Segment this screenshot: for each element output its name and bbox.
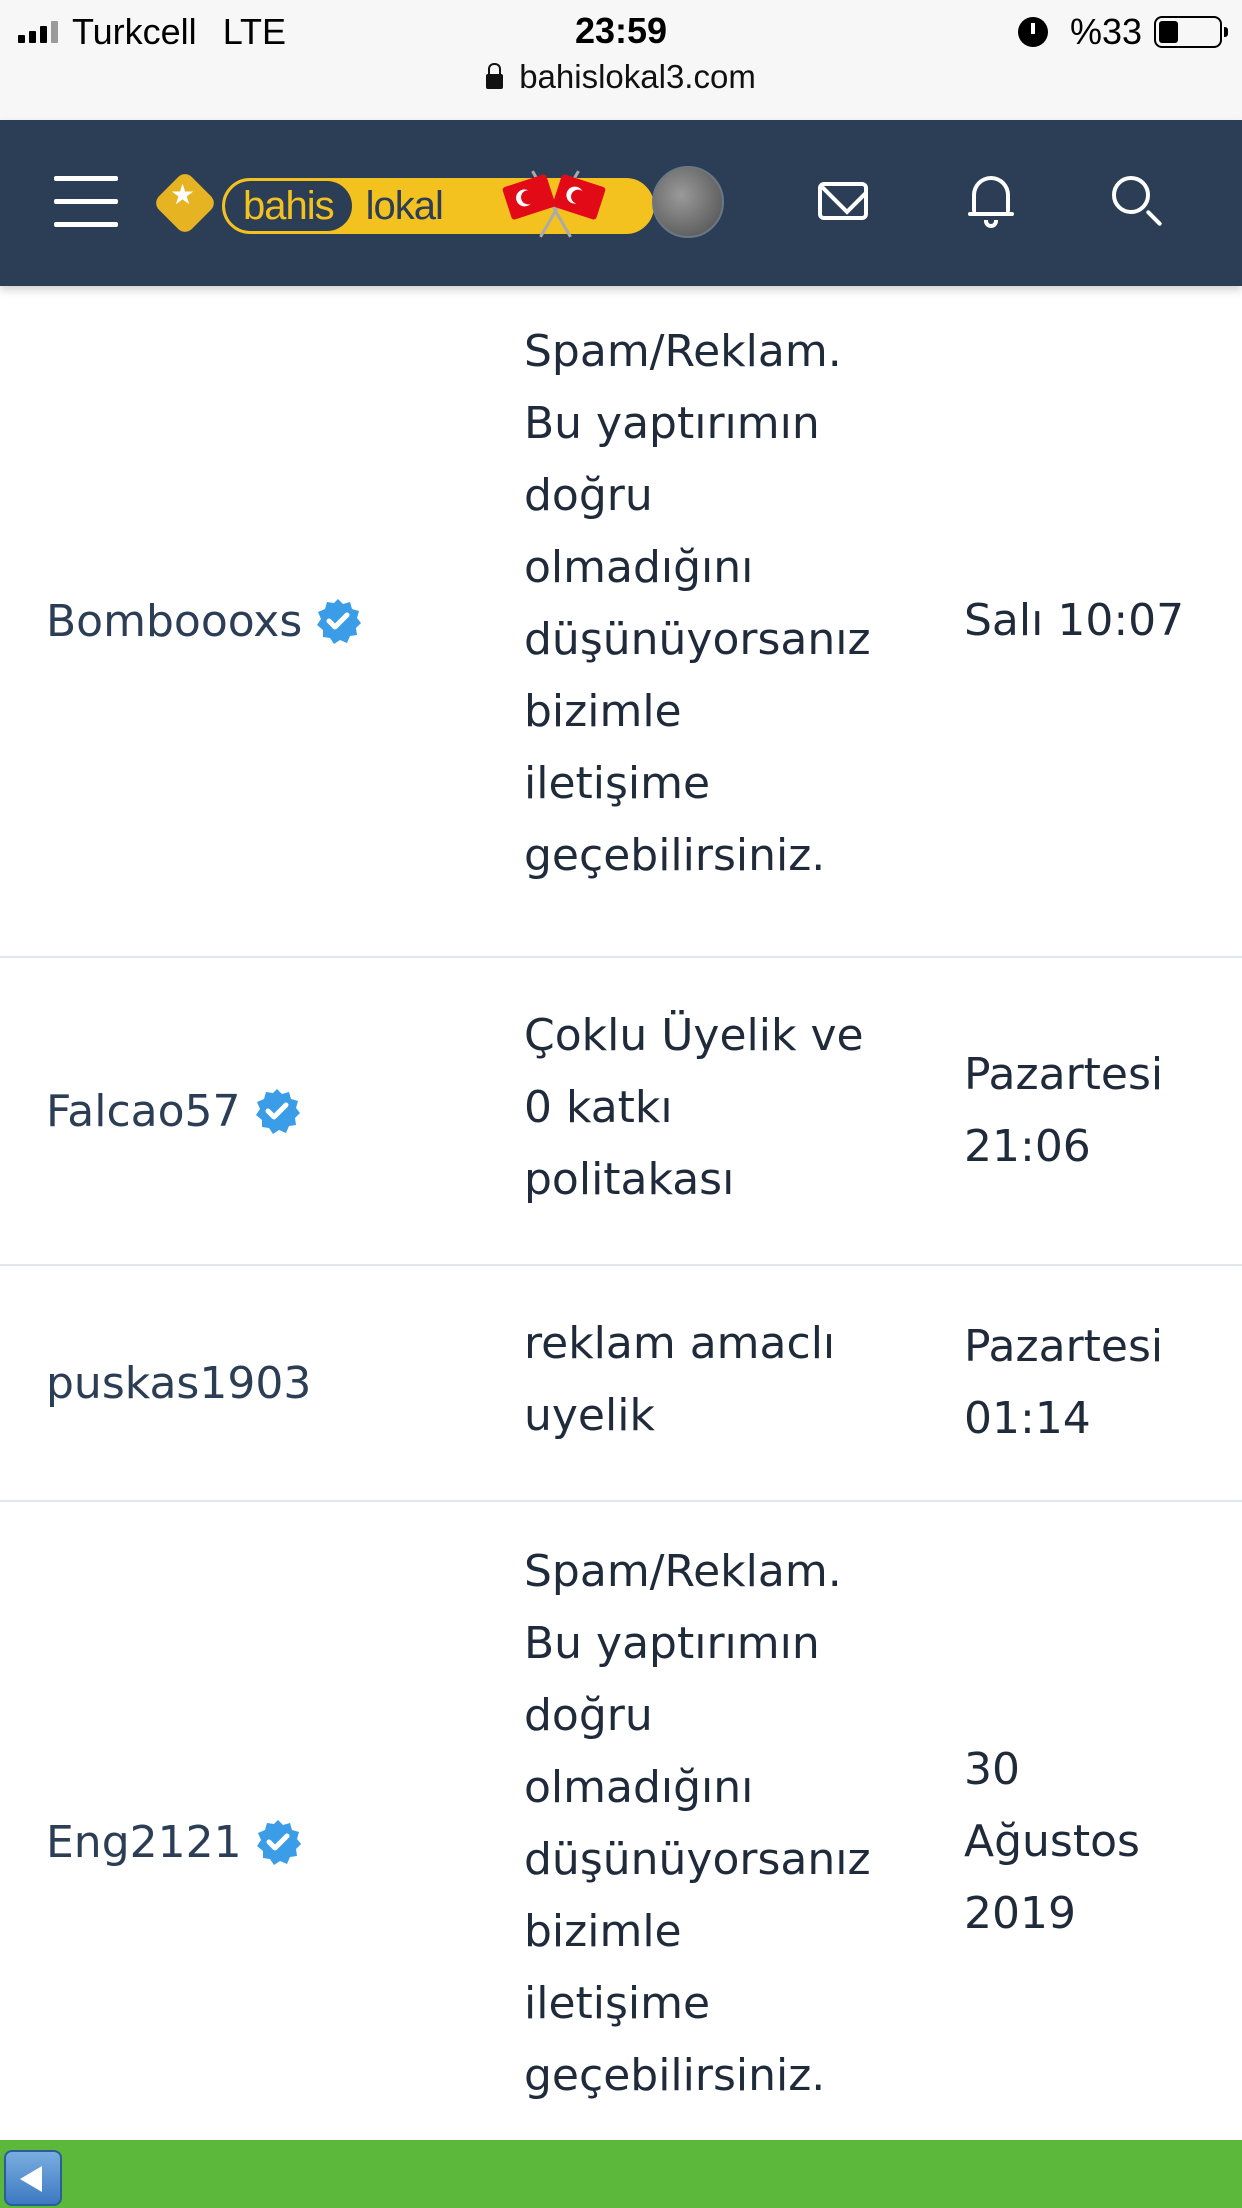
text-line: bizimle bbox=[524, 1906, 682, 1957]
logo-text-bahis: bahis bbox=[225, 181, 352, 231]
avatar[interactable] bbox=[652, 166, 724, 238]
text-line: Pazartesi bbox=[964, 1321, 1164, 1372]
date-cell: 30 Ağustos 2019 bbox=[964, 1502, 1224, 2182]
date-cell: Pazartesi 21:06 bbox=[964, 958, 1224, 1264]
status-bar: Turkcell LTE 23:59 %33 bahislokal3.com bbox=[0, 0, 1242, 120]
url-text: bahislokal3.com bbox=[519, 58, 756, 95]
verified-badge-icon bbox=[256, 1820, 301, 1865]
text-line: Bu yaptırımın bbox=[524, 398, 820, 449]
ban-reason: reklam amaclı uyelik bbox=[524, 1308, 835, 1452]
verified-badge-icon bbox=[317, 599, 362, 644]
text-line: olmadığını bbox=[524, 1762, 754, 1813]
back-arrow-icon[interactable] bbox=[4, 2150, 62, 2206]
alarm-icon bbox=[1017, 17, 1048, 47]
lock-icon bbox=[486, 62, 504, 89]
text-line: 01:14 bbox=[964, 1393, 1091, 1444]
table-row: Bomboooxs Spam/Reklam. Bu yaptırımın doğru… bbox=[0, 286, 1242, 958]
date-cell: Salı 10:07 bbox=[964, 286, 1224, 956]
text-line: 30 bbox=[964, 1744, 1020, 1795]
star-icon: ★ bbox=[170, 178, 196, 211]
user-cell: Eng2121 bbox=[46, 1502, 302, 2182]
text-line: Salı 10:07 bbox=[964, 595, 1185, 646]
table-row: Falcao57 Çoklu Üyelik ve 0 katkı politakas… bbox=[0, 958, 1242, 1266]
text-line: Spam/Reklam. bbox=[524, 326, 842, 377]
verified-badge-icon bbox=[255, 1089, 300, 1134]
ban-reason: Spam/Reklam. Bu yaptırımın doğru olmadığını… bbox=[524, 1536, 871, 2112]
menu-icon[interactable] bbox=[54, 176, 118, 228]
text-line: 21:06 bbox=[964, 1121, 1091, 1172]
search-icon[interactable] bbox=[1112, 176, 1164, 228]
text-line: düşünüyorsanız bbox=[524, 1834, 871, 1885]
reason-cell: Spam/Reklam. Bu yaptırımın doğru olmadığını… bbox=[524, 1536, 924, 2112]
reason-cell: Çoklu Üyelik ve 0 katkı politakası bbox=[524, 1000, 924, 1216]
text-line: reklam amaclı bbox=[524, 1318, 836, 1369]
text-line: politakası bbox=[524, 1154, 735, 1205]
username-link[interactable]: Eng2121 bbox=[46, 1817, 242, 1868]
user-cell: Bomboooxs bbox=[46, 286, 362, 956]
username-link[interactable]: Bomboooxs bbox=[46, 596, 302, 647]
text-line: Çoklu Üyelik ve bbox=[524, 1010, 864, 1061]
text-line: doğru bbox=[524, 470, 653, 521]
text-line: uyelik bbox=[524, 1390, 655, 1441]
text-line: geçebilirsiniz. bbox=[524, 2050, 826, 2101]
text-line: 2019 bbox=[964, 1888, 1076, 1939]
ban-date: 30 Ağustos 2019 bbox=[964, 1734, 1140, 1950]
text-line: iletişime bbox=[524, 758, 711, 809]
text-line: olmadığını bbox=[524, 542, 754, 593]
reason-cell: reklam amaclı uyelik bbox=[524, 1308, 924, 1452]
username-link[interactable]: puskas1903 bbox=[46, 1358, 311, 1409]
ban-date: Salı 10:07 bbox=[964, 585, 1184, 657]
text-line: 0 katkı bbox=[524, 1082, 673, 1133]
table-row: Eng2121 Spam/Reklam. Bu yaptırımın doğru ol… bbox=[0, 1502, 1242, 2182]
ban-date: Pazartesi 01:14 bbox=[964, 1311, 1163, 1455]
user-cell: puskas1903 bbox=[46, 1266, 311, 1500]
table-row: puskas1903 reklam amaclı uyelik Pazartesi… bbox=[0, 1266, 1242, 1502]
address-bar[interactable]: bahislokal3.com bbox=[0, 58, 1242, 96]
envelope-icon[interactable] bbox=[818, 182, 868, 220]
text-line: iletişime bbox=[524, 1978, 711, 2029]
text-line: Ağustos bbox=[964, 1816, 1140, 1867]
battery-percent: %33 bbox=[1069, 11, 1142, 52]
bottom-bar bbox=[0, 2140, 1242, 2208]
text-line: düşünüyorsanız bbox=[524, 614, 871, 665]
text-line: Pazartesi bbox=[964, 1049, 1164, 1100]
ban-reason: Spam/Reklam. Bu yaptırımın doğru olmadığını… bbox=[524, 316, 871, 892]
battery-icon bbox=[1154, 16, 1228, 48]
date-cell: Pazartesi 01:14 bbox=[964, 1266, 1224, 1500]
ban-list-table: Bomboooxs Spam/Reklam. Bu yaptırımın doğru… bbox=[0, 286, 1242, 2182]
username-link[interactable]: Falcao57 bbox=[46, 1086, 241, 1137]
reason-cell: Spam/Reklam. Bu yaptırımın doğru olmadığını… bbox=[524, 316, 924, 892]
ban-date: Pazartesi 21:06 bbox=[964, 1039, 1163, 1183]
site-header: ★ bahis lokal bbox=[0, 120, 1242, 286]
text-line: Bu yaptırımın bbox=[524, 1618, 820, 1669]
status-right: %33 bbox=[1017, 10, 1228, 54]
text-line: bizimle bbox=[524, 686, 682, 737]
text-line: doğru bbox=[524, 1690, 653, 1741]
text-line: Spam/Reklam. bbox=[524, 1546, 842, 1597]
logo-text-lokal: lokal bbox=[365, 184, 444, 228]
ban-reason: Çoklu Üyelik ve 0 katkı politakası bbox=[524, 1000, 864, 1216]
user-cell: Falcao57 bbox=[46, 958, 301, 1264]
turkish-flags-icon bbox=[500, 160, 610, 250]
bell-icon[interactable] bbox=[968, 176, 1014, 228]
text-line: geçebilirsiniz. bbox=[524, 830, 826, 881]
